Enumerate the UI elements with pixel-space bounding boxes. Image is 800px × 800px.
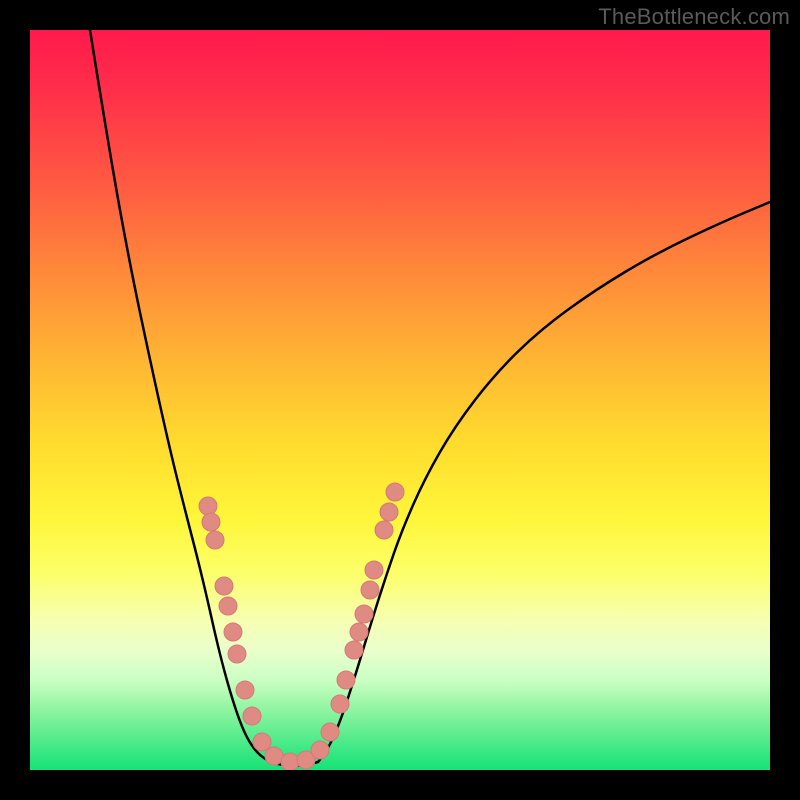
bottleneck-curve xyxy=(90,30,770,766)
data-dot xyxy=(337,671,355,689)
chart-frame: TheBottleneck.com xyxy=(0,0,800,800)
curve-layer xyxy=(30,30,770,770)
data-dot xyxy=(228,645,246,663)
data-dot xyxy=(380,503,398,521)
data-dot xyxy=(375,521,393,539)
data-dot xyxy=(281,753,299,770)
data-dot xyxy=(386,483,404,501)
plot-area xyxy=(30,30,770,770)
data-dot xyxy=(331,695,349,713)
data-dot xyxy=(206,531,224,549)
data-dot xyxy=(243,707,261,725)
data-dot xyxy=(365,561,383,579)
data-dot xyxy=(355,605,373,623)
data-dot xyxy=(253,733,271,751)
data-dot xyxy=(350,623,368,641)
data-dot xyxy=(236,681,254,699)
data-dot xyxy=(224,623,242,641)
data-dot xyxy=(215,577,233,595)
data-dot xyxy=(311,741,329,759)
data-dot xyxy=(199,497,217,515)
watermark-text: TheBottleneck.com xyxy=(598,4,790,30)
data-dot xyxy=(345,641,363,659)
data-dot xyxy=(219,597,237,615)
data-dot xyxy=(265,747,283,765)
data-dot xyxy=(361,581,379,599)
data-dot xyxy=(321,723,339,741)
data-dot xyxy=(202,513,220,531)
